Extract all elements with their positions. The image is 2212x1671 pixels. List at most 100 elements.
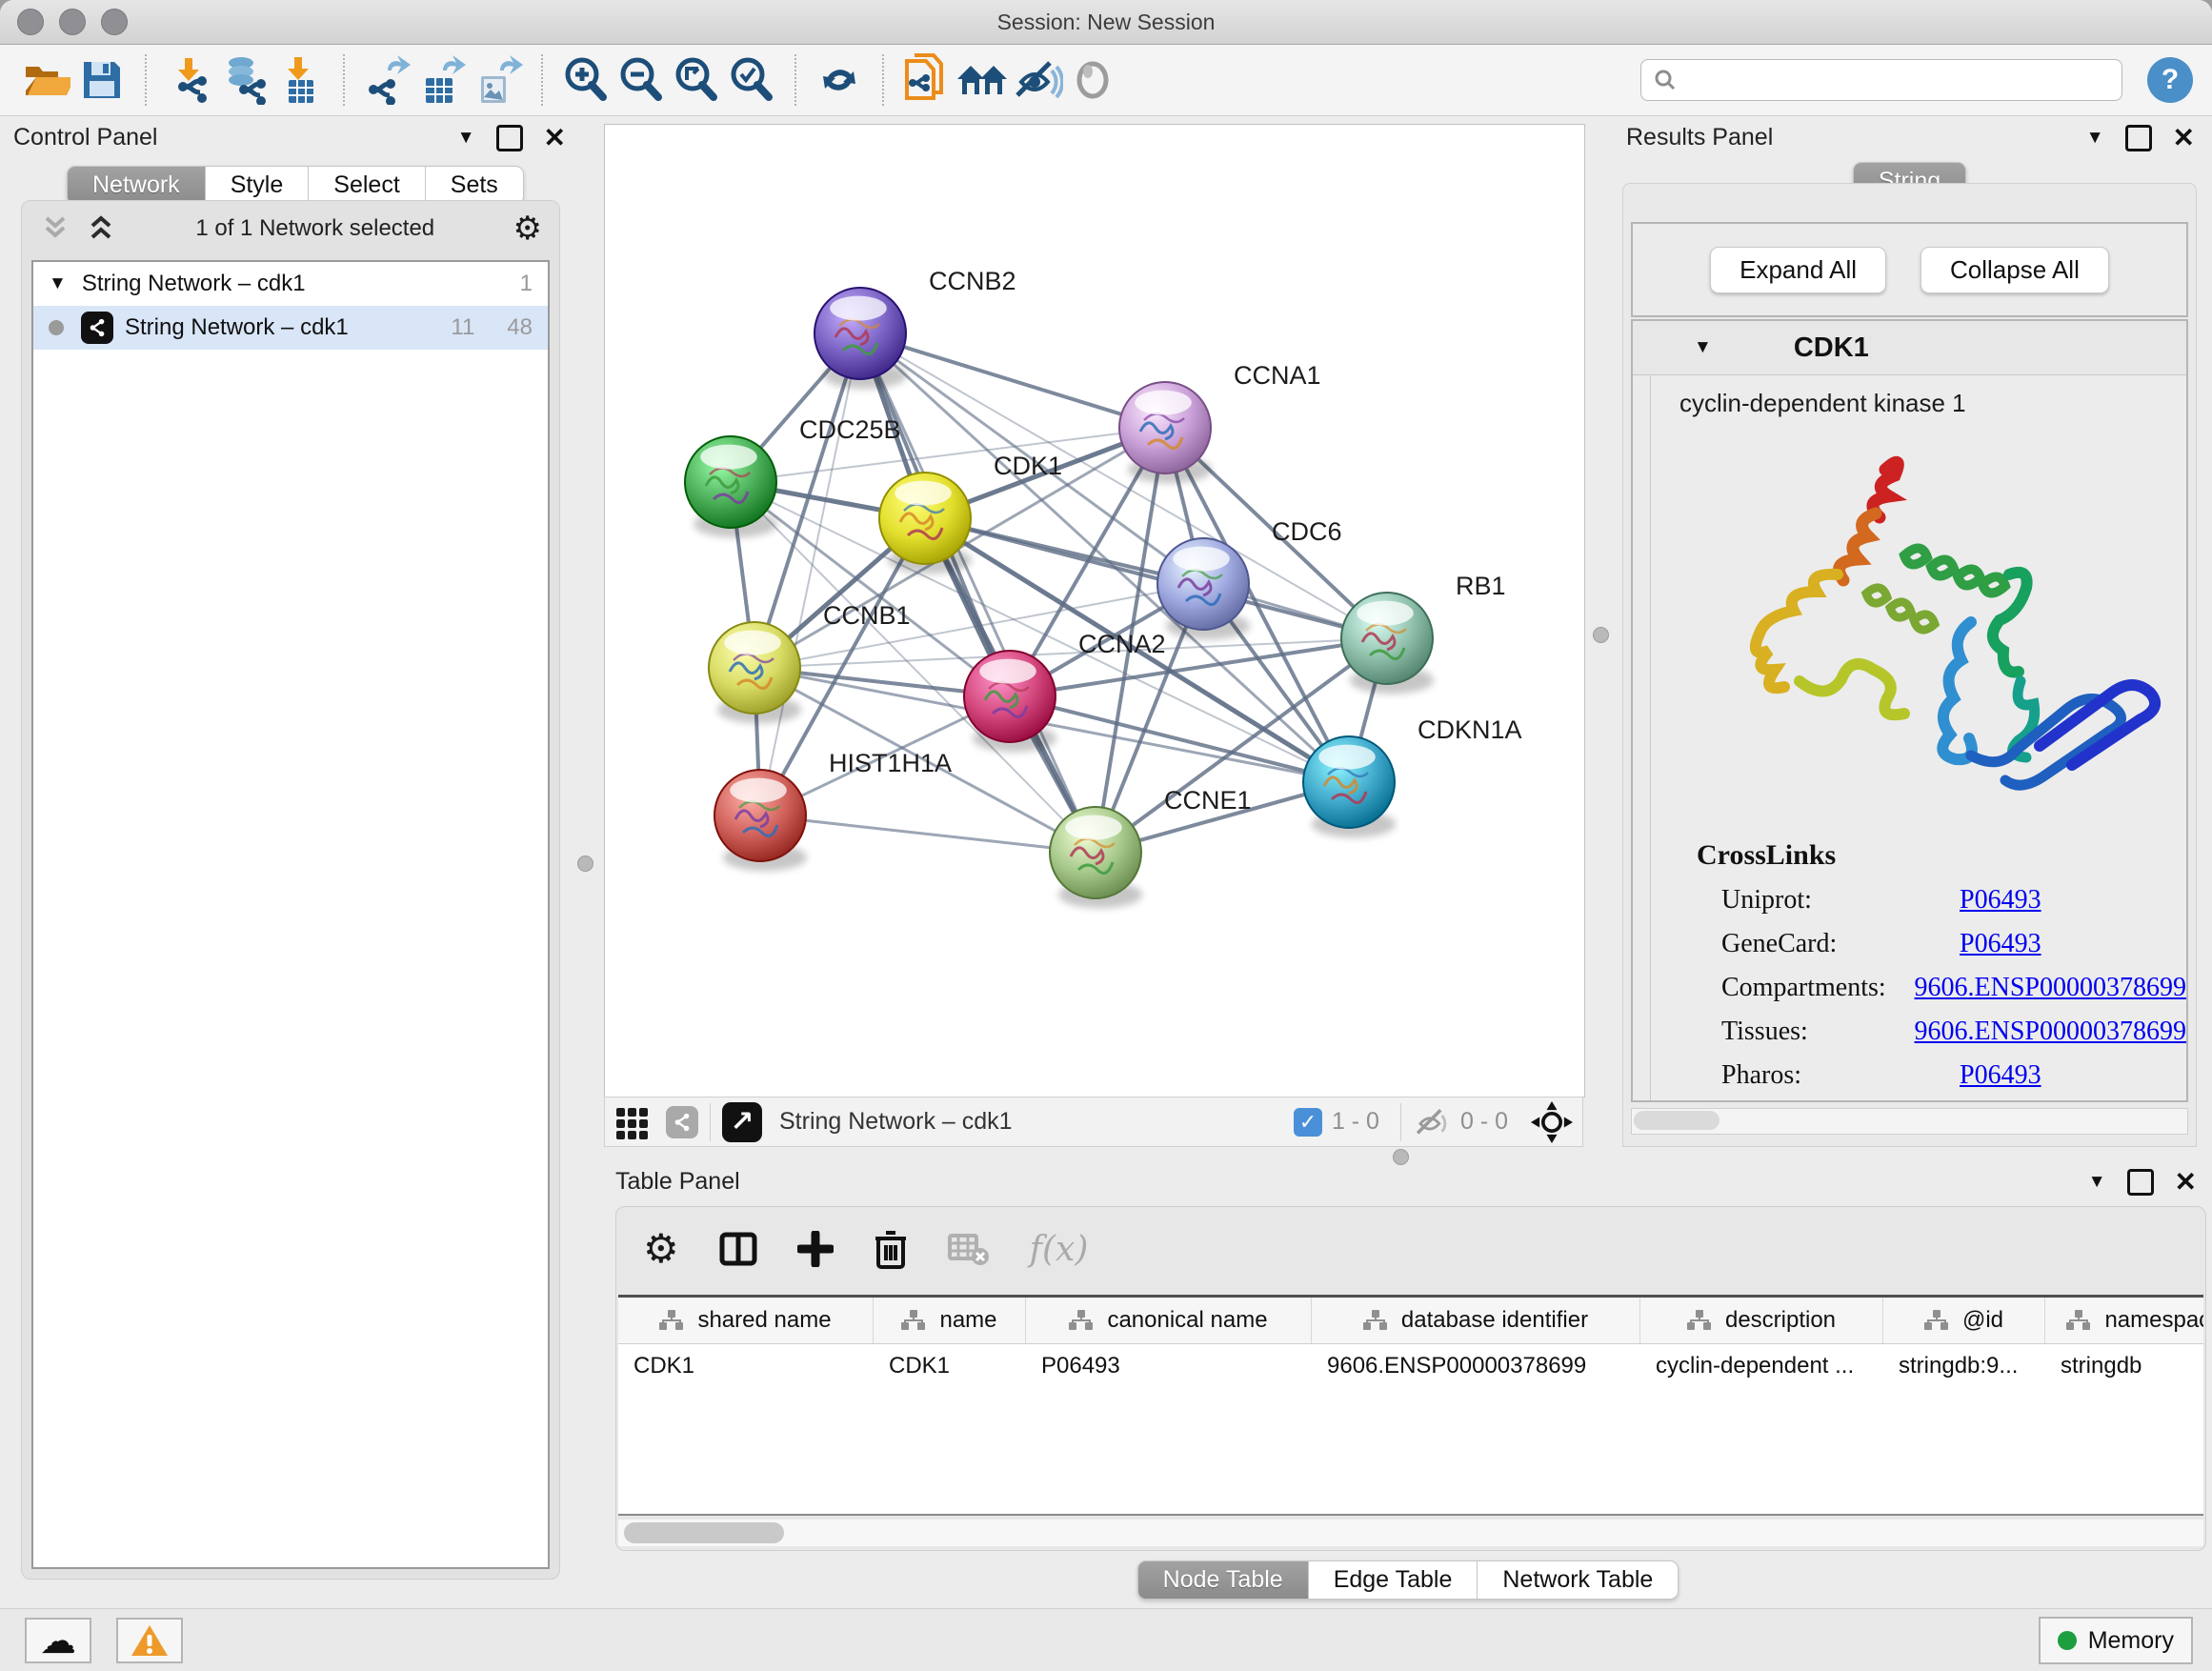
node-RB1[interactable]: RB1 <box>1341 572 1506 694</box>
import-network-from-file-icon[interactable] <box>162 51 217 109</box>
delete-column-icon[interactable] <box>874 1229 908 1269</box>
string-overview-eye-icon[interactable] <box>1065 51 1120 109</box>
help-icon[interactable]: ? <box>2147 57 2193 103</box>
tab-node-table[interactable]: Node Table <box>1137 1560 1309 1600</box>
crosslink-link[interactable]: 9606.ENSP00000378699 <box>1915 973 2186 1003</box>
node-HIST1H1A[interactable]: HIST1H1A <box>714 749 952 871</box>
tab-style[interactable]: Style <box>206 166 310 205</box>
node-CCNE1[interactable]: CCNE1 <box>1050 786 1252 908</box>
zoom-out-icon[interactable] <box>613 51 669 109</box>
results-panel-close-icon[interactable]: ✕ <box>2173 125 2195 151</box>
table-horizontal-scrollbar[interactable] <box>618 1520 2203 1546</box>
tab-network-table[interactable]: Network Table <box>1478 1560 1679 1600</box>
column-header-description[interactable]: description <box>1640 1298 1883 1343</box>
function-builder-icon[interactable]: f(x) <box>1030 1230 1089 1269</box>
zoom-selected-icon[interactable] <box>724 51 779 109</box>
table-row[interactable]: CDK1CDK1P064939606.ENSP00000378699cyclin… <box>618 1344 2203 1388</box>
results-horizontal-scrollbar[interactable] <box>1631 1108 2188 1135</box>
right-splitter-handle[interactable] <box>1593 627 1609 643</box>
control-panel-close-icon[interactable]: ✕ <box>544 125 566 151</box>
apply-preferred-layout-icon[interactable] <box>812 51 867 109</box>
add-column-icon[interactable] <box>797 1231 834 1267</box>
network-collection-row[interactable]: ▼ String Network – cdk1 1 <box>33 262 548 306</box>
delete-table-icon[interactable] <box>948 1232 990 1266</box>
edge-HIST1H1A-CCNE1[interactable] <box>760 815 1096 853</box>
import-table-from-file-icon[interactable] <box>272 51 328 109</box>
save-session-icon[interactable] <box>74 51 130 109</box>
import-string-network-icon[interactable] <box>899 51 955 109</box>
grid-view-icon[interactable] <box>614 1104 651 1140</box>
collection-expand-icon[interactable]: ▼ <box>49 273 67 294</box>
node-CCNA2[interactable]: CCNA2 <box>964 630 1166 752</box>
gene-expand-icon[interactable]: ▼ <box>1694 337 1712 358</box>
node-CCNA1[interactable]: CCNA1 <box>1119 361 1321 483</box>
node-CDC25B[interactable]: CDC25B <box>685 415 901 537</box>
column-header-name[interactable]: name <box>874 1298 1026 1343</box>
tab-sets[interactable]: Sets <box>426 166 524 205</box>
column-header-shared-name[interactable]: shared name <box>618 1298 874 1343</box>
crosslink-link[interactable]: P06493 <box>1960 1060 2041 1091</box>
edge-CCNA1-CDC25B[interactable] <box>731 428 1165 482</box>
birdseye-view-icon[interactable]: ↗ <box>722 1102 762 1142</box>
show-columns-icon[interactable] <box>719 1230 757 1268</box>
table-panel-float-icon[interactable] <box>2127 1169 2154 1196</box>
fit-content-crosshair-icon[interactable] <box>1531 1101 1573 1143</box>
column-header-canonical-name[interactable]: canonical name <box>1026 1298 1312 1343</box>
network-status-dot <box>49 320 64 335</box>
export-image-icon[interactable] <box>471 51 526 109</box>
zoom-in-icon[interactable] <box>558 51 613 109</box>
network-canvas[interactable]: CCNB2CCNA1CDC25BCDK1CDC6RB1CCNB1CCNA2CDK… <box>604 124 1585 1097</box>
crosslink-link[interactable]: P06493 <box>1960 885 2041 916</box>
string-home-icon[interactable] <box>955 51 1010 109</box>
network-options-gear-icon[interactable]: ⚙ <box>513 212 542 245</box>
node-CDKN1A[interactable]: CDKN1A <box>1303 715 1522 837</box>
control-panel: Control Panel ▼ ✕ NetworkStyleSelectSets… <box>13 124 566 1583</box>
cell[interactable]: cyclin-dependent ... <box>1640 1344 1883 1388</box>
crosslink-link[interactable]: 9606.ENSP00000378699 <box>1915 1017 2186 1047</box>
column-header-namespace[interactable]: namespace <box>2045 1298 2203 1343</box>
tab-network[interactable]: Network <box>67 166 206 205</box>
cell[interactable]: 9606.ENSP00000378699 <box>1312 1344 1640 1388</box>
column-header-database-identifier[interactable]: database identifier <box>1312 1298 1640 1343</box>
collapse-all-button[interactable]: Collapse All <box>1920 247 2109 293</box>
collapse-all-icon[interactable] <box>39 214 71 243</box>
results-panel-menu-icon[interactable]: ▼ <box>2086 128 2104 149</box>
edge-CCNB2-HIST1H1A[interactable] <box>760 333 860 815</box>
memory-button[interactable]: Memory <box>2039 1617 2193 1664</box>
selected-nodes-checkbox[interactable]: ✓ <box>1294 1108 1322 1137</box>
table-panel-menu-icon[interactable]: ▼ <box>2088 1172 2106 1193</box>
string-style-eye-icon[interactable] <box>1010 51 1065 109</box>
gene-details-box: ▼ CDK1 cyclin-dependent kinase 1 <box>1631 319 2188 1102</box>
control-panel-menu-icon[interactable]: ▼ <box>457 128 475 149</box>
left-splitter-handle[interactable] <box>577 856 593 872</box>
expand-all-button[interactable]: Expand All <box>1710 247 1886 293</box>
control-panel-float-icon[interactable] <box>496 125 523 151</box>
cell[interactable]: stringdb:9... <box>1883 1344 2045 1388</box>
table-options-gear-icon[interactable]: ⚙ <box>643 1229 679 1269</box>
cell[interactable]: CDK1 <box>618 1344 874 1388</box>
zoom-fit-icon[interactable] <box>669 51 724 109</box>
crosslink-link[interactable]: P06493 <box>1960 929 2041 959</box>
results-panel-float-icon[interactable] <box>2125 125 2152 151</box>
open-session-icon[interactable] <box>19 51 74 109</box>
cloud-status-button[interactable]: ☁ <box>25 1618 91 1663</box>
network-view-type-icon[interactable] <box>666 1106 698 1138</box>
edge-CCNB2-CCNA1[interactable] <box>860 333 1165 428</box>
import-network-from-database-icon[interactable] <box>217 51 272 109</box>
edge-CCNA2-CDKN1A[interactable] <box>1010 696 1349 782</box>
export-network-icon[interactable] <box>360 51 415 109</box>
cell[interactable]: P06493 <box>1026 1344 1312 1388</box>
column-header--id[interactable]: @id <box>1883 1298 2045 1343</box>
search-input[interactable] <box>1678 66 2110 94</box>
warnings-button[interactable] <box>116 1618 183 1663</box>
hidden-elements-icon[interactable] <box>1413 1106 1451 1138</box>
tab-edge-table[interactable]: Edge Table <box>1309 1560 1478 1600</box>
tab-select[interactable]: Select <box>309 166 425 205</box>
network-row[interactable]: String Network – cdk1 11 48 <box>33 306 548 350</box>
cell[interactable]: CDK1 <box>874 1344 1026 1388</box>
export-table-icon[interactable] <box>415 51 471 109</box>
cell[interactable]: stringdb <box>2045 1344 2203 1388</box>
table-panel-close-icon[interactable]: ✕ <box>2175 1169 2197 1196</box>
network-edge-count: 48 <box>507 314 533 341</box>
expand-all-icon[interactable] <box>85 214 117 243</box>
